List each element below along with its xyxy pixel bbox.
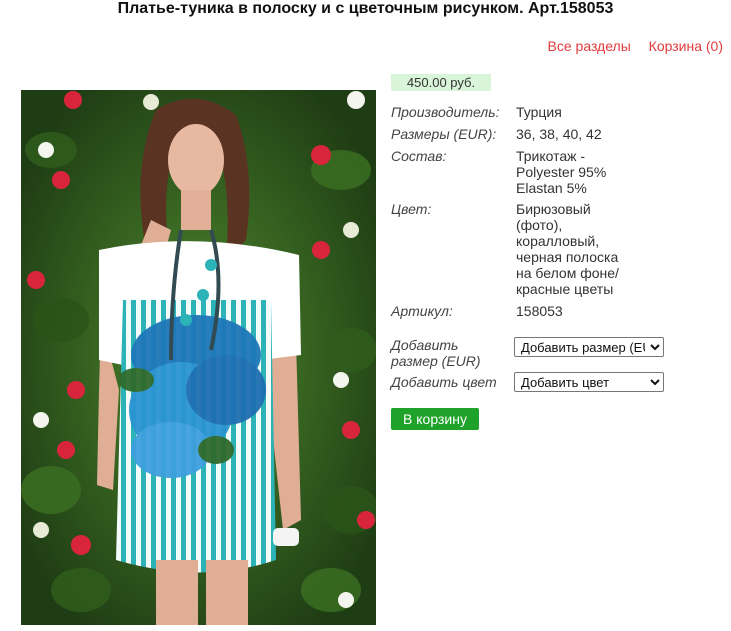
product-photo bbox=[21, 90, 376, 625]
color-select[interactable]: Добавить цвет bbox=[514, 372, 664, 392]
size-select[interactable]: Добавить размер (EUR) bbox=[514, 337, 664, 357]
price-badge: 450.00 руб. bbox=[391, 74, 491, 91]
spec-label: Цвет: bbox=[391, 201, 432, 217]
add-color-label: Добавить цвет bbox=[391, 374, 497, 390]
spec-value: Бирюзовый (фото), коралловый, черная пол… bbox=[516, 201, 619, 297]
cart-link[interactable]: Корзина (0) bbox=[649, 38, 723, 54]
page-title: Платье-туника в полоску и с цветочным ри… bbox=[117, 0, 614, 17]
all-sections-link[interactable]: Все разделы bbox=[548, 38, 631, 54]
spec-label: Производитель: bbox=[391, 104, 500, 120]
spec-label: Артикул: bbox=[391, 303, 453, 319]
spec-value: Трикотаж - Polyester 95% Elastan 5% bbox=[516, 148, 607, 196]
spec-value: Турция bbox=[516, 104, 562, 120]
add-size-label: Добавить размер (EUR) bbox=[391, 337, 481, 369]
top-nav: Все разделы Корзина (0) bbox=[534, 38, 723, 54]
spec-label: Размеры (EUR): bbox=[391, 126, 497, 142]
spec-label: Состав: bbox=[391, 148, 447, 164]
spec-value: 36, 38, 40, 42 bbox=[516, 126, 602, 142]
add-to-cart-button[interactable]: В корзину bbox=[391, 408, 479, 430]
spec-value: 158053 bbox=[516, 303, 563, 319]
product-photo-illustration bbox=[21, 90, 376, 625]
